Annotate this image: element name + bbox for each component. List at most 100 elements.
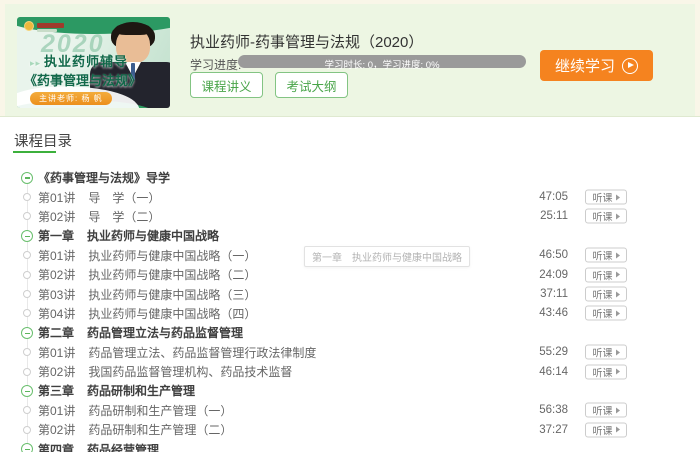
row-number: 第04讲 bbox=[38, 306, 76, 321]
collapse-minus-icon[interactable] bbox=[21, 171, 33, 184]
brand-logo-subtext bbox=[37, 29, 57, 32]
row-number: 第02讲 bbox=[38, 423, 76, 438]
listen-button[interactable]: 听课 bbox=[585, 247, 627, 263]
collapse-minus-icon[interactable] bbox=[21, 229, 33, 242]
row-number: 第四章 bbox=[38, 442, 75, 452]
listen-button[interactable]: 听课 bbox=[585, 364, 627, 380]
mini-play-icon bbox=[615, 407, 620, 414]
lesson-row[interactable]: 第01讲 药品研制和生产管理（一） 56:38 听课 bbox=[0, 401, 700, 420]
thumbnail-arrows-icon: ▸▸ bbox=[30, 58, 42, 68]
lesson-row[interactable]: 第04讲 执业药师与健康中国战略（四） 43:46 听课 bbox=[0, 304, 700, 323]
lesson-duration: 46:50 bbox=[539, 249, 568, 262]
row-number: 第一章 bbox=[38, 229, 75, 244]
row-title: 药品管理立法、药品监督管理行政法律制度 bbox=[88, 345, 317, 360]
catalog-title: 课程目录 bbox=[14, 134, 72, 150]
row-title: 药品研制和生产管理（二） bbox=[88, 423, 233, 438]
listen-label: 听课 bbox=[592, 271, 613, 283]
brand-logo-icon bbox=[24, 21, 34, 31]
syllabus-button[interactable]: 考试大纲 bbox=[275, 72, 348, 98]
brand-logo-text bbox=[37, 23, 64, 28]
lesson-bullet-icon bbox=[23, 425, 31, 434]
lesson-row[interactable]: 第01讲 药品管理立法、药品监督管理行政法律制度 55:29 听课 bbox=[0, 343, 700, 362]
row-title: 药品经营管理 bbox=[87, 442, 160, 452]
row-title: 药品研制和生产管理 bbox=[87, 384, 196, 399]
chapter-hover-tooltip: 第一章 执业药师与健康中国战略 bbox=[304, 246, 470, 267]
row-number: 第01讲 bbox=[38, 403, 76, 418]
lesson-bullet-icon bbox=[23, 348, 31, 357]
lesson-bullet-icon bbox=[23, 193, 31, 202]
continue-study-button[interactable]: 继续学习 bbox=[540, 50, 653, 81]
row-title: 药品管理立法与药品监督管理 bbox=[87, 326, 244, 341]
instructor-fringe bbox=[115, 23, 151, 35]
course-thumbnail[interactable]: 2020 ▸▸ 执业药师辅导 《药事管理与法规》 主讲老师: 杨 帆 bbox=[17, 17, 170, 108]
lesson-duration: 55:29 bbox=[539, 346, 568, 359]
row-title: 《药事管理与法规》导学 bbox=[38, 171, 171, 186]
lesson-duration: 37:11 bbox=[540, 288, 568, 301]
listen-button[interactable]: 听课 bbox=[585, 422, 627, 438]
mini-play-icon bbox=[615, 194, 620, 201]
collapse-minus-icon[interactable] bbox=[21, 384, 33, 397]
collapse-minus-icon[interactable] bbox=[21, 443, 33, 452]
chapter-row: 《药事管理与法规》导学 bbox=[0, 168, 700, 187]
course-list: 《药事管理与法规》导学 第01讲 导 学（一） 47:05 听课 第02讲 导 … bbox=[0, 168, 700, 452]
handout-button[interactable]: 课程讲义 bbox=[190, 72, 263, 98]
catalog-title-underline bbox=[13, 151, 56, 153]
lesson-bullet-icon bbox=[23, 251, 31, 260]
listen-button[interactable]: 听课 bbox=[585, 344, 627, 360]
lesson-bullet-icon bbox=[23, 406, 31, 415]
lesson-row[interactable]: 第02讲 执业药师与健康中国战略（二） 24:09 听课 bbox=[0, 265, 700, 284]
listen-label: 听课 bbox=[592, 368, 613, 380]
listen-button[interactable]: 听课 bbox=[585, 208, 627, 224]
row-title: 执业药师与健康中国战略（一） bbox=[88, 248, 257, 263]
listen-label: 听课 bbox=[592, 193, 613, 205]
lesson-duration: 47:05 bbox=[539, 191, 568, 204]
listen-button[interactable]: 听课 bbox=[585, 189, 627, 205]
lesson-duration: 24:09 bbox=[539, 268, 568, 281]
lesson-duration: 37:27 bbox=[539, 423, 568, 436]
chapter-row: 第四章 药品经营管理 bbox=[0, 439, 700, 452]
listen-button[interactable]: 听课 bbox=[585, 267, 627, 283]
mini-play-icon bbox=[615, 271, 620, 278]
lesson-duration: 56:38 bbox=[539, 404, 568, 417]
row-number: 第02讲 bbox=[38, 268, 76, 283]
listen-label: 听课 bbox=[592, 251, 613, 263]
row-title: 执业药师与健康中国战略（二） bbox=[88, 268, 257, 283]
row-title: 导 学（二） bbox=[88, 209, 161, 224]
listen-label: 听课 bbox=[592, 406, 613, 418]
lesson-row[interactable]: 第02讲 导 学（二） 25:11 听课 bbox=[0, 207, 700, 226]
row-title: 执业药师与健康中国战略 bbox=[87, 229, 220, 244]
progress-text: 学习时长: 0，学习进度: 0% bbox=[324, 60, 440, 71]
row-number: 第二章 bbox=[38, 326, 75, 341]
mini-play-icon bbox=[615, 426, 620, 433]
row-number: 第三章 bbox=[38, 384, 75, 399]
lesson-bullet-icon bbox=[23, 270, 31, 279]
lesson-row[interactable]: 第01讲 导 学（一） 47:05 听课 bbox=[0, 187, 700, 206]
row-number: 第02讲 bbox=[38, 365, 76, 380]
row-title: 执业药师与健康中国战略（四） bbox=[88, 306, 257, 321]
listen-label: 听课 bbox=[592, 212, 613, 224]
row-title: 我国药品监督管理机构、药品技术监督 bbox=[88, 365, 293, 380]
lesson-bullet-icon bbox=[23, 367, 31, 376]
row-title: 导 学（一） bbox=[88, 190, 161, 205]
row-number: 第02讲 bbox=[38, 209, 76, 224]
lesson-row[interactable]: 第02讲 我国药品监督管理机构、药品技术监督 46:14 听课 bbox=[0, 362, 700, 381]
mini-play-icon bbox=[615, 310, 620, 317]
lesson-row[interactable]: 第03讲 执业药师与健康中国战略（三） 37:11 听课 bbox=[0, 284, 700, 303]
thumbnail-course-name: ▸▸ 执业药师辅导 bbox=[30, 54, 129, 69]
mini-play-icon bbox=[615, 213, 620, 220]
listen-button[interactable]: 听课 bbox=[585, 305, 627, 321]
course-title: 执业药师-药事管理与法规（2020） bbox=[190, 34, 424, 51]
listen-label: 听课 bbox=[592, 426, 613, 438]
collapse-minus-icon[interactable] bbox=[21, 326, 33, 339]
progress-bar: 学习时长: 0，学习进度: 0% bbox=[238, 55, 526, 71]
continue-study-label: 继续学习 bbox=[554, 58, 615, 75]
thumbnail-course-subject: 《药事管理与法规》 bbox=[24, 73, 142, 88]
mini-play-icon bbox=[615, 252, 620, 259]
row-title: 执业药师与健康中国战略（三） bbox=[88, 287, 257, 302]
row-number: 第01讲 bbox=[38, 345, 76, 360]
listen-button[interactable]: 听课 bbox=[585, 286, 627, 302]
lesson-bullet-icon bbox=[23, 212, 31, 221]
mini-play-icon bbox=[615, 368, 620, 375]
lesson-row[interactable]: 第02讲 药品研制和生产管理（二） 37:27 听课 bbox=[0, 420, 700, 439]
listen-button[interactable]: 听课 bbox=[585, 402, 627, 418]
